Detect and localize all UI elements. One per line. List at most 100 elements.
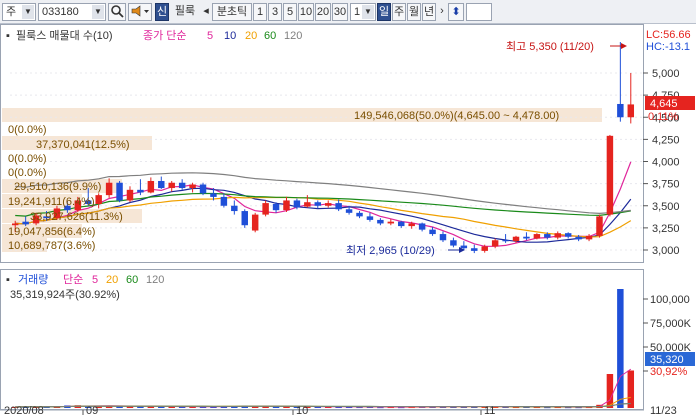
candle-body-53 [564, 233, 572, 237]
candle-body-10 [116, 182, 123, 201]
updown-icon[interactable]: ⬍ [448, 3, 464, 21]
price-tick-label-0: 5,000 [652, 68, 680, 80]
vol-ma-120-label: 120 [146, 274, 164, 286]
next-arrow-icon[interactable]: › [437, 3, 447, 21]
speaker-icon[interactable] [128, 3, 152, 21]
candle-body-35 [377, 219, 384, 224]
stock-chart[interactable]: ▪ 필룩스 매물대 수(10) 종가 단순 5 10 20 60 120 149… [0, 24, 696, 417]
chart-unit-button[interactable]: 분초틱 [212, 3, 252, 21]
candle-body-27 [293, 200, 301, 208]
candle-body-55 [585, 235, 593, 240]
prev-arrow-icon[interactable]: ◂ [200, 3, 212, 21]
candle-body-18 [199, 184, 207, 194]
chart-area[interactable]: ▪ 필룩스 매물대 수(10) 종가 단순 5 10 20 60 120 149… [0, 24, 696, 417]
candle-body-51 [544, 234, 551, 238]
last-price-tag: 4,645 [650, 98, 678, 110]
candle-body-24 [262, 203, 269, 215]
volume-bar-57 [606, 374, 614, 408]
candle-body-19 [210, 193, 217, 197]
period-button-3[interactable]: 3 [268, 3, 282, 21]
candle-body-47 [502, 240, 509, 242]
price-legend-square-icon: ▪ [6, 30, 10, 42]
ma-5-label: 5 [207, 30, 213, 42]
vp-label-0: 0(0.0%) [8, 124, 47, 136]
high-annotation: 최고 5,350 (11/20) [506, 40, 594, 53]
x-tick-label-3: 11 [484, 405, 495, 415]
timeframe-year-button[interactable]: 년 [422, 3, 436, 21]
candle-body-56 [596, 216, 603, 236]
candle-body-30 [324, 203, 332, 206]
volume-bar-12 [137, 406, 144, 408]
period-button-5[interactable]: 5 [283, 3, 297, 21]
vp-label-2: 0(0.0%) [8, 153, 47, 165]
candle-body-37 [398, 221, 405, 227]
candle-body-54 [575, 236, 582, 240]
price-tick-label-6: 3,500 [652, 201, 680, 213]
volume-legend-square-icon: ▪ [6, 274, 10, 286]
price-tick-label-7: 3,250 [652, 223, 680, 235]
candle-body-33 [356, 212, 363, 217]
vp-label-4: 29,510,136(9.9%) [14, 181, 101, 193]
ma-20-label: 20 [245, 30, 257, 42]
timeframe-week-button[interactable]: 주 [392, 3, 406, 21]
candle-body-40 [429, 229, 436, 235]
x-tick-label-4: 11/23 [650, 405, 677, 415]
candle-body-36 [387, 221, 395, 224]
vp-label-1: 37,370,041(12.5%) [36, 139, 130, 151]
candle-body-1 [22, 221, 29, 225]
candle-body-11 [126, 189, 134, 201]
vp-label-3: 0(0.0%) [8, 167, 47, 179]
candle-body-29 [314, 202, 322, 206]
market-select[interactable]: 주 ▼ [2, 3, 36, 21]
count-input[interactable]: 1 ▼ [350, 3, 376, 21]
candle-body-32 [345, 209, 353, 213]
period-button-20[interactable]: 20 [315, 3, 331, 21]
period-button-1[interactable]: 1 [253, 3, 267, 21]
candle-body-43 [460, 245, 468, 249]
candle-body-44 [471, 248, 478, 251]
x-tick-label-0: 2020/08 [4, 405, 44, 415]
volume-tick-label-0: 100,000 [650, 294, 690, 306]
ma-10-label: 10 [224, 30, 236, 42]
price-legend-name: 필룩스 매물대 수(10) [16, 29, 113, 42]
lc-label: LC:56.66 [646, 29, 691, 41]
candle-body-0 [11, 223, 19, 226]
vol-ma-20-label: 20 [106, 274, 118, 286]
candle-body-42 [450, 240, 457, 246]
search-icon[interactable] [108, 3, 126, 21]
volume-profile-main-label: 149,546,068(50.0%)(4,645.00 ~ 4,478.00) [354, 110, 559, 122]
volume-bar-59 [627, 370, 635, 408]
tool-badge-label: 신 [156, 6, 168, 18]
candle-body-12 [137, 189, 144, 193]
candle-body-25 [272, 203, 280, 211]
extra-input[interactable] [466, 3, 492, 21]
vp-label-8: 10,689,787(3.6%) [8, 240, 95, 252]
candle-body-15 [168, 182, 175, 189]
period-button-30[interactable]: 30 [332, 3, 348, 21]
price-tick-label-4: 4,000 [652, 157, 680, 169]
candle-body-17 [189, 184, 196, 189]
market-code: 주 [6, 6, 17, 18]
hc-label: HC:-13.1 [646, 41, 690, 53]
candle-body-58 [617, 103, 624, 118]
candle-body-48 [512, 236, 520, 242]
volume-bar-58 [617, 289, 624, 408]
pct-label: 0.11% [648, 111, 679, 123]
chevron-down-icon: ▼ [92, 5, 104, 19]
volume-tick-label-3: 30,92% [650, 366, 688, 378]
candle-body-34 [366, 216, 374, 220]
vp-label-6: 33,927,626(11.3%) [30, 211, 123, 223]
candle-body-13 [147, 180, 155, 193]
x-tick-label-1: 09 [86, 405, 98, 415]
stock-code-value: 033180 [42, 6, 79, 18]
volume-tick-label-1: 75,000K [650, 318, 692, 330]
candle-body-22 [241, 211, 248, 226]
period-button-10[interactable]: 10 [298, 3, 314, 21]
timeframe-month-button[interactable]: 월 [407, 3, 421, 21]
tool-badge[interactable]: 신 [155, 3, 169, 21]
stock-code-input[interactable]: 033180 ▼ [38, 3, 106, 21]
candle-body-57 [606, 135, 614, 215]
candle-body-41 [439, 234, 447, 241]
candle-body-14 [158, 180, 165, 189]
timeframe-day-button[interactable]: 일 [377, 3, 391, 21]
